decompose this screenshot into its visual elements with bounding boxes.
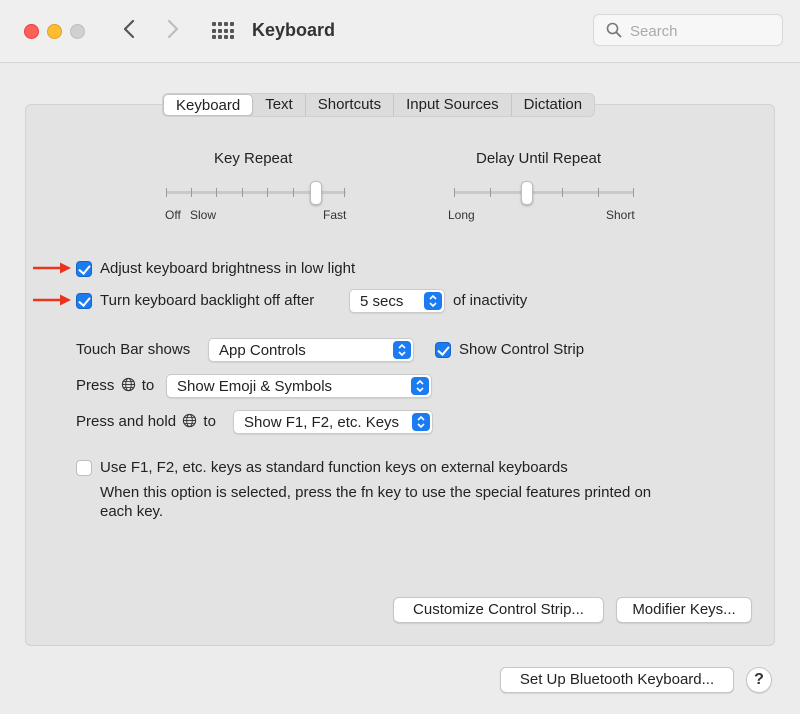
search-field[interactable] [593, 14, 783, 46]
show-all-grid-icon[interactable] [212, 22, 234, 40]
annotation-arrow-icon [33, 294, 71, 306]
function-keys-label: Use F1, F2, etc. keys as standard functi… [100, 459, 568, 476]
press-globe-value: Show Emoji & Symbols [177, 378, 333, 395]
minimize-window-button[interactable] [47, 24, 62, 39]
search-icon [606, 22, 622, 38]
updown-chevron-icon [393, 341, 411, 359]
function-keys-description: When this option is selected, press the … [100, 484, 652, 501]
to-label: to [141, 377, 155, 394]
press-globe-label: Press to [76, 377, 154, 394]
tab-bar: Keyboard Text Shortcuts Input Sources Di… [162, 93, 596, 117]
back-chevron-icon[interactable] [122, 18, 136, 46]
to-label: to [203, 413, 216, 430]
help-button[interactable]: ? [746, 667, 772, 693]
customize-control-strip-button[interactable]: Customize Control Strip... [393, 597, 604, 623]
key-repeat-label: Key Repeat [214, 150, 293, 167]
updown-chevron-icon [411, 377, 429, 395]
zoom-window-button[interactable] [70, 24, 85, 39]
touch-bar-shows-label: Touch Bar shows [76, 341, 191, 358]
title-bar: Keyboard [0, 0, 800, 63]
backlight-timeout-popup[interactable]: 5 secs [349, 289, 445, 313]
delay-long-label: Long [448, 208, 475, 222]
delay-until-repeat-slider-knob[interactable] [521, 181, 533, 205]
delay-until-repeat-label: Delay Until Repeat [476, 150, 602, 167]
tab-dictation[interactable]: Dictation [512, 94, 594, 116]
press-hold-globe-value: Show F1, F2, etc. Keys [244, 414, 400, 431]
key-repeat-slow-label: Slow [190, 208, 217, 222]
press-globe-popup[interactable]: Show Emoji & Symbols [166, 374, 432, 398]
show-control-strip-checkbox[interactable] [435, 342, 451, 358]
adjust-brightness-checkbox[interactable] [76, 261, 92, 277]
key-repeat-slider-knob[interactable] [310, 181, 322, 205]
window-title: Keyboard [252, 20, 336, 40]
keyboard-preferences-window: Keyboard Keyboard Text Shortcuts Input S… [0, 0, 800, 714]
set-up-bluetooth-keyboard-button[interactable]: Set Up Bluetooth Keyboard... [500, 667, 734, 693]
backlight-off-label: Turn keyboard backlight off after [100, 292, 315, 309]
tab-shortcuts[interactable]: Shortcuts [306, 94, 395, 116]
function-keys-description-line2: each key. [100, 503, 164, 520]
modifier-keys-button[interactable]: Modifier Keys... [616, 597, 752, 623]
updown-chevron-icon [412, 413, 430, 431]
globe-icon [121, 377, 135, 392]
press-hold-globe-label: Press and hold to [76, 413, 216, 430]
touch-bar-popup[interactable]: App Controls [208, 338, 414, 362]
press-hold-globe-popup[interactable]: Show F1, F2, etc. Keys [233, 410, 433, 434]
backlight-timeout-value: 5 secs [360, 293, 404, 310]
updown-chevron-icon [424, 292, 442, 310]
adjust-brightness-label: Adjust keyboard brightness in low light [100, 260, 356, 277]
backlight-off-checkbox[interactable] [76, 293, 92, 309]
key-repeat-fast-label: Fast [323, 208, 347, 222]
show-control-strip-label: Show Control Strip [459, 341, 585, 358]
globe-icon [183, 413, 197, 428]
search-input[interactable] [628, 20, 777, 42]
annotation-arrow-icon [33, 262, 71, 274]
function-keys-checkbox[interactable] [76, 460, 92, 476]
press-label: Press [76, 377, 115, 394]
touch-bar-value: App Controls [219, 342, 306, 359]
close-window-button[interactable] [24, 24, 39, 39]
forward-chevron-icon[interactable] [166, 18, 180, 46]
delay-short-label: Short [606, 208, 635, 222]
tab-input-sources[interactable]: Input Sources [394, 94, 512, 116]
key-repeat-off-label: Off [165, 208, 181, 222]
tab-keyboard[interactable]: Keyboard [163, 94, 254, 116]
press-and-hold-label: Press and hold [76, 413, 177, 430]
inactivity-label: of inactivity [453, 292, 528, 309]
tab-text[interactable]: Text [253, 94, 306, 116]
